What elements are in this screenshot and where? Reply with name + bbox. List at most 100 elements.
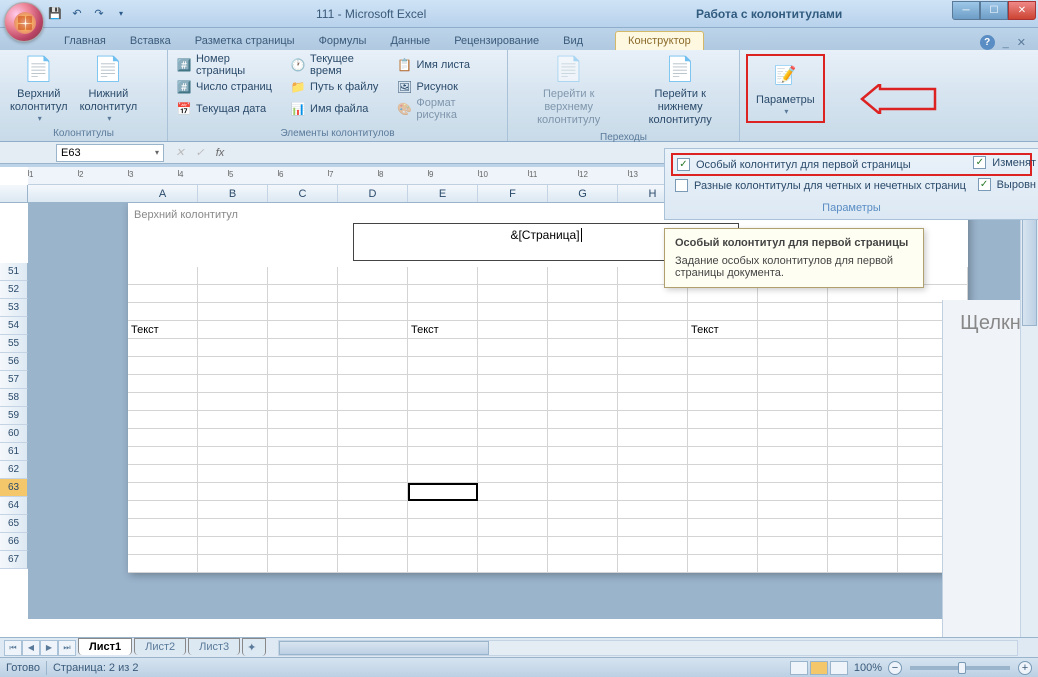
row-header[interactable]: 67 [0, 551, 28, 569]
cell[interactable] [688, 447, 758, 465]
cell[interactable] [618, 429, 688, 447]
cell[interactable] [408, 537, 478, 555]
cell[interactable] [338, 339, 408, 357]
cell[interactable] [128, 465, 198, 483]
cell[interactable] [618, 303, 688, 321]
cell[interactable] [688, 483, 758, 501]
file-name-button[interactable]: 📊Имя файла [286, 98, 392, 120]
cell[interactable] [268, 375, 338, 393]
cell[interactable] [548, 321, 618, 339]
row-header[interactable]: 54 [0, 317, 28, 335]
cell[interactable] [478, 321, 548, 339]
cell[interactable] [198, 555, 268, 573]
cell[interactable] [478, 357, 548, 375]
col-header[interactable]: E [408, 185, 478, 202]
zoom-thumb[interactable] [958, 662, 966, 674]
checkbox-icon[interactable]: ✓ [978, 178, 991, 191]
cell[interactable] [128, 537, 198, 555]
cell[interactable] [618, 519, 688, 537]
cell[interactable] [828, 375, 898, 393]
cell[interactable] [478, 303, 548, 321]
sheet-tab[interactable]: Лист1 [78, 638, 132, 655]
cell[interactable] [478, 555, 548, 573]
cell[interactable] [338, 519, 408, 537]
cell[interactable] [828, 447, 898, 465]
options-button[interactable]: 📝 Параметры [750, 58, 821, 119]
cell[interactable] [688, 303, 758, 321]
cell[interactable] [478, 501, 548, 519]
goto-header-button[interactable]: 📄 Перейти к верхнему колонтитулу [512, 52, 625, 130]
cell[interactable] [198, 447, 268, 465]
cell[interactable] [268, 501, 338, 519]
col-header[interactable]: F [478, 185, 548, 202]
cell[interactable] [688, 357, 758, 375]
cell[interactable] [128, 501, 198, 519]
cell[interactable] [618, 321, 688, 339]
cell[interactable] [758, 519, 828, 537]
cell[interactable] [758, 537, 828, 555]
goto-footer-button[interactable]: 📄 Перейти к нижнему колонтитулу [625, 52, 735, 130]
tab-view[interactable]: Вид [551, 32, 595, 50]
minimize-ribbon-icon[interactable]: _ [1003, 37, 1009, 49]
cell[interactable] [688, 555, 758, 573]
sheet-name-button[interactable]: 📋Имя листа [392, 54, 503, 76]
cell[interactable] [268, 447, 338, 465]
cell[interactable] [548, 429, 618, 447]
row-header[interactable]: 61 [0, 443, 28, 461]
cell[interactable] [758, 483, 828, 501]
cell[interactable] [128, 447, 198, 465]
cell[interactable] [548, 285, 618, 303]
checkbox-icon[interactable]: ✓ [973, 156, 986, 169]
file-path-button[interactable]: 📁Путь к файлу [286, 76, 392, 98]
cell[interactable] [688, 537, 758, 555]
cell[interactable] [198, 519, 268, 537]
cell[interactable] [758, 339, 828, 357]
cell[interactable]: Текст [688, 321, 758, 339]
cell[interactable] [828, 465, 898, 483]
horizontal-scrollbar[interactable] [278, 640, 1018, 656]
current-time-button[interactable]: 🕐Текущее время [286, 54, 392, 76]
close-button[interactable]: ✕ [1008, 1, 1036, 20]
cell[interactable] [338, 429, 408, 447]
next-sheet-button[interactable]: ▶ [40, 640, 58, 656]
cell[interactable] [758, 429, 828, 447]
current-date-button[interactable]: 📅Текущая дата [172, 98, 286, 120]
cell[interactable] [408, 339, 478, 357]
cell[interactable] [618, 357, 688, 375]
scroll-thumb[interactable] [1022, 206, 1037, 326]
row-header[interactable]: 60 [0, 425, 28, 443]
page-break-view-button[interactable] [830, 661, 848, 675]
cell[interactable] [548, 447, 618, 465]
qat-more-icon[interactable]: ▾ [112, 5, 130, 23]
new-sheet-button[interactable]: ✦ [242, 638, 266, 656]
cell[interactable] [758, 303, 828, 321]
header-button[interactable]: 📄 Верхний колонтитул [4, 52, 74, 126]
cell[interactable] [268, 357, 338, 375]
cell[interactable] [548, 465, 618, 483]
cell[interactable] [618, 411, 688, 429]
cell[interactable] [268, 411, 338, 429]
tab-pagelayout[interactable]: Разметка страницы [183, 32, 307, 50]
cell[interactable] [198, 375, 268, 393]
col-header[interactable]: A [128, 185, 198, 202]
cell[interactable] [618, 465, 688, 483]
cell[interactable] [268, 465, 338, 483]
cell[interactable] [828, 357, 898, 375]
cell[interactable] [198, 429, 268, 447]
cell[interactable] [198, 339, 268, 357]
help-icon[interactable]: ? [980, 35, 995, 50]
cell[interactable] [828, 501, 898, 519]
row-header[interactable]: 53 [0, 299, 28, 317]
cell[interactable] [828, 555, 898, 573]
cell[interactable] [758, 321, 828, 339]
cell[interactable] [198, 537, 268, 555]
cell[interactable] [338, 321, 408, 339]
cell[interactable] [268, 555, 338, 573]
cell[interactable] [618, 483, 688, 501]
cell[interactable] [268, 285, 338, 303]
doc-close-icon[interactable]: ✕ [1017, 36, 1026, 49]
cell[interactable] [758, 375, 828, 393]
office-button[interactable] [4, 2, 44, 42]
cell[interactable] [128, 303, 198, 321]
col-header[interactable]: C [268, 185, 338, 202]
